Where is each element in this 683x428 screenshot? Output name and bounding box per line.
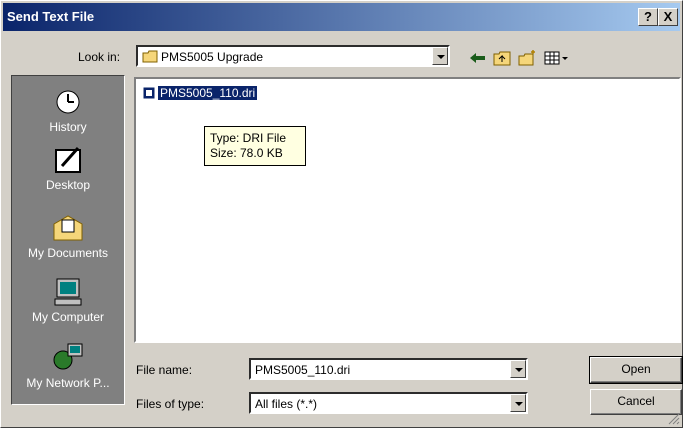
back-arrow-icon[interactable] <box>468 49 488 67</box>
file-name-label: File name: <box>136 363 193 377</box>
places-item-my-computer[interactable]: My Computer <box>12 276 124 324</box>
places-item-my-network-places[interactable]: My Network P... <box>12 342 124 390</box>
file-name: PMS5005_110.dri <box>156 84 259 101</box>
look-in-value: PMS5005 Upgrade <box>161 50 264 64</box>
desktop-icon <box>55 147 81 173</box>
file-icon <box>142 86 156 99</box>
up-one-level-icon[interactable] <box>493 49 513 67</box>
files-of-type-label: Files of type: <box>136 397 205 411</box>
view-menu-icon[interactable] <box>544 49 572 67</box>
file-name-value: PMS5005_110.dri <box>255 363 351 377</box>
my-computer-icon <box>54 278 82 306</box>
file-name-field[interactable]: PMS5005_110.dri <box>249 358 528 380</box>
look-in-dropdown[interactable]: PMS5005 Upgrade <box>136 45 450 67</box>
resize-grip-icon[interactable] <box>668 413 680 425</box>
files-of-type-dropdown-arrow[interactable] <box>510 394 526 412</box>
places-bar: History Desktop My Documents My Computer… <box>11 75 125 405</box>
my-documents-icon <box>53 215 83 241</box>
create-new-folder-icon[interactable] <box>518 49 538 67</box>
places-item-desktop[interactable]: Desktop <box>12 144 124 192</box>
history-icon <box>56 90 80 114</box>
files-of-type-value: All files (*.*) <box>255 397 318 411</box>
files-of-type-dropdown[interactable]: All files (*.*) <box>249 392 528 414</box>
my-network-places-icon <box>53 343 83 370</box>
folder-icon <box>142 50 158 63</box>
window-title: Send Text File <box>7 9 95 24</box>
title-bar[interactable]: Send Text File ? X <box>3 3 680 31</box>
places-item-history[interactable]: History <box>12 86 124 134</box>
cancel-button[interactable]: Cancel <box>590 389 682 415</box>
places-item-my-documents[interactable]: My Documents <box>12 212 124 260</box>
close-button[interactable]: X <box>658 8 678 26</box>
tooltip-size: Size: 78.0 KB <box>210 146 283 160</box>
file-info-tooltip: Type: DRI File Size: 78.0 KB <box>204 126 306 166</box>
help-button[interactable]: ? <box>638 8 658 26</box>
file-name-dropdown-arrow[interactable] <box>510 360 526 378</box>
look-in-label: Look in: <box>78 50 121 64</box>
send-text-file-dialog: Send Text File ? X Look in: PMS5005 Upgr… <box>0 0 683 428</box>
open-button[interactable]: Open <box>589 356 683 384</box>
look-in-dropdown-arrow[interactable] <box>432 47 448 65</box>
list-item[interactable]: PMS5005_110.dri <box>142 84 259 101</box>
tooltip-type: Type: DRI File <box>210 131 287 145</box>
file-list[interactable]: PMS5005_110.dri <box>134 77 681 343</box>
